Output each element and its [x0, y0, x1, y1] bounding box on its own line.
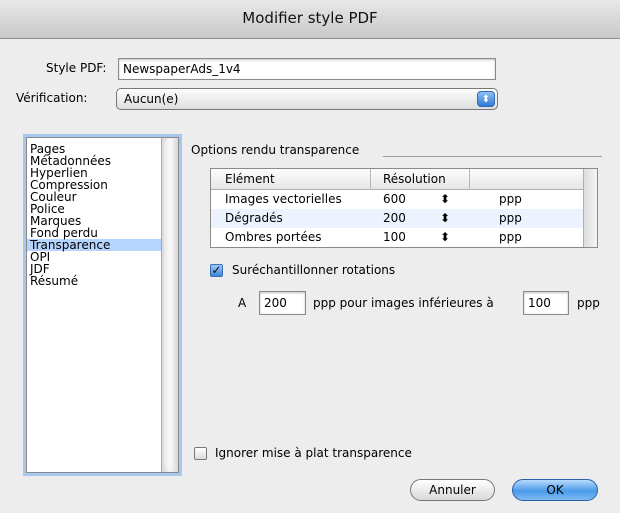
oversample-prefix: A — [238, 296, 247, 310]
column-header-resolution[interactable]: Résolution — [371, 169, 470, 189]
list-item[interactable]: Résumé — [27, 275, 178, 287]
style-pdf-input[interactable]: NewspaperAds_1v4 — [118, 58, 496, 80]
category-list[interactable]: Pages Métadonnées Hyperlien Compression … — [26, 137, 179, 473]
cell-resolution[interactable]: 600 — [383, 190, 406, 209]
checkmark-icon: ✓ — [211, 263, 222, 277]
stepper-arrows-icon[interactable]: ⬍ — [440, 190, 450, 209]
resolution-threshold-input[interactable]: 200 — [259, 291, 306, 315]
group-title: Options rendu transparence — [191, 143, 360, 157]
verification-label: Vérification: — [16, 91, 88, 105]
table-row[interactable]: Dégradés 200 ⬍ ppp — [211, 209, 597, 228]
ignore-flatten-checkbox[interactable] — [194, 447, 207, 460]
oversample-checkbox[interactable]: ✓ — [210, 264, 223, 277]
table-row[interactable]: Ombres portées 100 ⬍ ppp — [211, 228, 597, 247]
table-header: Elément Résolution — [211, 169, 597, 190]
cell-element: Images vectorielles — [225, 192, 342, 206]
cell-element: Ombres portées — [225, 230, 322, 244]
stepper-arrows-icon[interactable]: ⬍ — [440, 228, 450, 247]
style-pdf-label: Style PDF: — [46, 61, 107, 75]
group-divider — [383, 156, 602, 157]
list-scrollbar[interactable] — [161, 138, 178, 472]
dialog-window: Modifier style PDF Style PDF: NewspaperA… — [0, 0, 620, 513]
cell-resolution[interactable]: 100 — [383, 228, 406, 247]
table-row[interactable]: Images vectorielles 600 ⬍ ppp — [211, 190, 597, 209]
resolution-table[interactable]: Elément Résolution Images vectorielles 6… — [210, 168, 598, 248]
window-title: Modifier style PDF — [0, 0, 620, 39]
column-header-element[interactable]: Elément — [211, 169, 371, 189]
verification-select[interactable]: Aucun(e) ⬍ — [116, 88, 498, 110]
oversample-suffix: ppp — [577, 296, 600, 310]
stepper-arrows-icon[interactable]: ⬍ — [440, 209, 450, 228]
cell-unit: ppp — [499, 211, 522, 225]
cell-element: Dégradés — [225, 211, 283, 225]
cell-resolution[interactable]: 200 — [383, 209, 406, 228]
verification-select-value: Aucun(e) — [124, 92, 179, 106]
cancel-button[interactable]: Annuler — [410, 479, 495, 501]
cell-unit: ppp — [499, 192, 522, 206]
list-scroll-thumb[interactable] — [164, 139, 177, 469]
table-scrollbar[interactable] — [583, 169, 597, 247]
image-size-input[interactable]: 100 — [523, 291, 569, 315]
oversample-label: Suréchantillonner rotations — [232, 263, 396, 277]
cell-unit: ppp — [499, 230, 522, 244]
ok-button[interactable]: OK — [512, 479, 598, 501]
oversample-middle-text: ppp pour images inférieures à — [313, 296, 494, 310]
popup-arrows-icon: ⬍ — [477, 91, 495, 107]
ignore-flatten-label: Ignorer mise à plat transparence — [215, 446, 412, 460]
